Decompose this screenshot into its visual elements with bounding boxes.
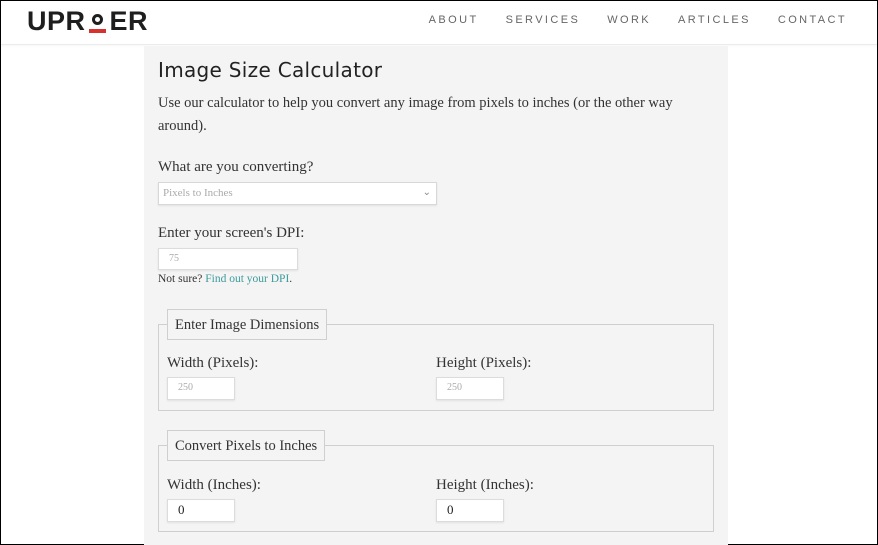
uproer-logo[interactable]: UPR ER (27, 6, 148, 36)
dpi-note: Not sure? Find out your DPI. (158, 273, 292, 285)
dpi-note-period: . (289, 273, 293, 285)
dpi-input[interactable]: 75 (158, 248, 298, 270)
width-pixels-input[interactable]: 250 (167, 377, 235, 400)
height-pixels-label: Height (Pixels): (436, 355, 532, 371)
logo-text-suffix: ER (109, 6, 149, 36)
dpi-label: Enter your screen's DPI: (158, 225, 305, 241)
convert-result-legend: Convert Pixels to Inches (167, 430, 326, 461)
height-pixels-input[interactable]: 250 (436, 377, 504, 400)
width-inches-output[interactable]: 0 (167, 499, 235, 522)
convert-result-fieldset: Convert Pixels to Inches Width (Inches):… (158, 430, 714, 532)
height-inches-label: Height (Inches): (436, 477, 534, 493)
width-pixels-placeholder: 250 (178, 382, 193, 393)
calculator-panel: Image Size Calculator Use our calculator… (144, 46, 728, 545)
height-inches-value: 0 (447, 502, 454, 517)
conversion-select-value: Pixels to Inches (163, 187, 233, 199)
height-pixels-placeholder: 250 (447, 382, 462, 393)
dpi-note-text: Not sure? (158, 273, 203, 285)
image-dimensions-legend: Enter Image Dimensions (167, 309, 328, 340)
logo-text-prefix: UPR (27, 6, 86, 36)
nav-services[interactable]: SERVICES (506, 13, 581, 27)
width-inches-value: 0 (178, 502, 185, 517)
converting-label: What are you converting? (158, 159, 314, 175)
dpi-placeholder: 75 (169, 253, 179, 264)
height-inches-output[interactable]: 0 (436, 499, 504, 522)
width-inches-label: Width (Inches): (167, 477, 261, 493)
chevron-down-icon: ⌄ (422, 187, 431, 198)
nav-contact[interactable]: CONTACT (778, 13, 847, 27)
logo-o-mark-icon (87, 6, 109, 36)
find-dpi-link[interactable]: Find out your DPI (205, 273, 289, 285)
conversion-select[interactable]: Pixels to Inches ⌄ (158, 182, 437, 205)
page-title: Image Size Calculator (158, 58, 383, 82)
main-nav: ABOUT SERVICES WORK ARTICLES CONTACT (402, 13, 847, 27)
nav-articles[interactable]: ARTICLES (678, 13, 751, 27)
site-header: UPR ER ABOUT SERVICES WORK ARTICLES CONT… (1, 1, 877, 45)
image-dimensions-fieldset: Enter Image Dimensions Width (Pixels): 2… (158, 309, 714, 411)
nav-about[interactable]: ABOUT (429, 13, 479, 27)
intro-text: Use our calculator to help you convert a… (158, 95, 673, 134)
width-pixels-label: Width (Pixels): (167, 355, 259, 371)
nav-work[interactable]: WORK (607, 13, 651, 27)
